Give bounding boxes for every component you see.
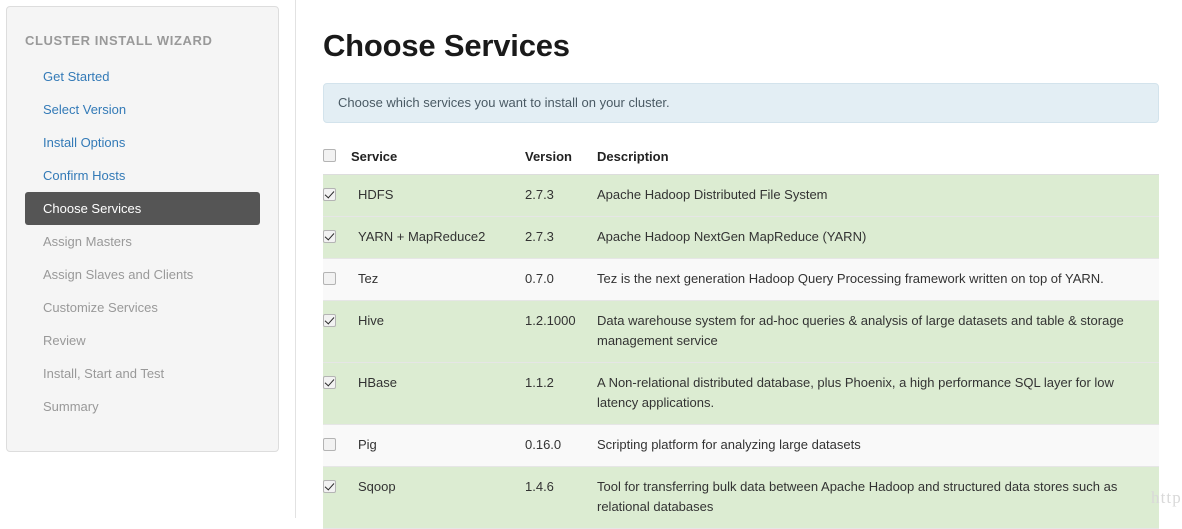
sidebar-item-customize-services: Customize Services — [43, 300, 158, 315]
service-checkbox-cell — [323, 466, 351, 529]
service-version-cell: 2.7.3 — [525, 216, 597, 259]
sidebar-item-get-started[interactable]: Get Started — [25, 60, 260, 93]
select-all-header-cell — [323, 143, 351, 175]
service-name-label: YARN + MapReduce2 — [358, 229, 486, 244]
main-content-panel: Choose Services Choose which services yo… — [295, 0, 1182, 529]
service-description-cell: A Non-relational distributed database, p… — [597, 362, 1159, 425]
service-version-cell: 1.4.6 — [525, 466, 597, 529]
service-description-cell: Tez is the next generation Hadoop Query … — [597, 258, 1159, 301]
service-name-cell: HBase — [351, 362, 525, 425]
service-version-cell: 0.16.0 — [525, 424, 597, 467]
service-name-label: Tez — [358, 271, 379, 286]
wizard-step-item: Confirm Hosts — [7, 159, 278, 192]
sidebar-item-assign-slaves-and-clients: Assign Slaves and Clients — [43, 267, 194, 282]
service-checkbox-cell — [323, 258, 351, 301]
service-name-cell: Pig — [351, 424, 525, 467]
sidebar-item-choose-services: Choose Services — [25, 192, 260, 225]
service-column-header: Service — [351, 143, 525, 175]
service-name-label: Hive — [358, 313, 385, 328]
sidebar-title: CLUSTER INSTALL WIZARD — [25, 33, 213, 48]
service-description-cell: Scripting platform for analyzing large d… — [597, 424, 1159, 467]
table-row[interactable]: Hive 1.2.1000 Data warehouse system for ad… — [323, 300, 1159, 363]
select-all-checkbox[interactable] — [323, 149, 336, 162]
table-row[interactable]: Tez 0.7.0 Tez is the next generation Hadoo… — [323, 258, 1159, 301]
service-checkbox-hive[interactable] — [323, 314, 336, 327]
service-checkbox-pig[interactable] — [323, 438, 336, 451]
service-version-cell: 2.7.3 — [525, 174, 597, 217]
wizard-step-item: Customize Services — [7, 291, 278, 324]
wizard-step-item: Summary — [7, 390, 278, 423]
service-description-cell: Data warehouse system for ad-hoc queries… — [597, 300, 1159, 363]
version-column-header: Version — [525, 143, 597, 175]
wizard-step-item: Install, Start and Test — [7, 357, 278, 390]
wizard-step-item: Review — [7, 324, 278, 357]
description-column-header: Description — [597, 143, 1159, 175]
service-name-cell: Hive — [351, 300, 525, 363]
service-checkbox-sqoop[interactable] — [323, 480, 336, 493]
cluster-install-wizard-page: CLUSTER INSTALL WIZARD Get Started Select… — [0, 0, 1182, 529]
table-header-row: Service Version Description — [323, 143, 1159, 175]
table-row[interactable]: HBase 1.1.2 A Non-relational distributed d… — [323, 362, 1159, 425]
service-name-label: Pig — [358, 437, 377, 452]
table-row[interactable]: Sqoop 1.4.6 Tool for transferring bulk dat… — [323, 466, 1159, 529]
services-table: Service Version Description HDFS 2.7.3 Apa… — [323, 143, 1159, 529]
services-table-head: Service Version Description — [323, 143, 1159, 175]
wizard-step-item: Assign Slaves and Clients — [7, 258, 278, 291]
table-row[interactable]: Pig 0.16.0 Scripting platform for analyzin… — [323, 424, 1159, 467]
service-name-cell: YARN + MapReduce2 — [351, 216, 525, 259]
service-checkbox-cell — [323, 300, 351, 363]
sidebar-item-install-start-and-test: Install, Start and Test — [43, 366, 165, 381]
info-alert: Choose which services you want to instal… — [323, 83, 1159, 123]
wizard-step-item: Select Version — [7, 93, 278, 126]
wizard-step-list: Get Started Select Version Install Options… — [7, 49, 278, 423]
sidebar-item-select-version[interactable]: Select Version — [25, 93, 260, 126]
service-version-cell: 1.1.2 — [525, 362, 597, 425]
service-description-cell: Tool for transferring bulk data between … — [597, 466, 1159, 529]
sidebar-item-confirm-hosts[interactable]: Confirm Hosts — [25, 159, 260, 192]
wizard-step-item: Install Options — [7, 126, 278, 159]
services-table-body: HDFS 2.7.3 Apache Hadoop Distributed File … — [323, 174, 1159, 529]
service-version-cell: 0.7.0 — [525, 258, 597, 301]
wizard-sidebar: CLUSTER INSTALL WIZARD Get Started Select… — [6, 6, 279, 452]
service-checkbox-cell — [323, 216, 351, 259]
services-table-container: Service Version Description HDFS 2.7.3 Apa… — [323, 143, 1159, 529]
service-name-cell: Tez — [351, 258, 525, 301]
service-name-cell: Sqoop — [351, 466, 525, 529]
sidebar-item-summary: Summary — [43, 399, 99, 414]
service-checkbox-tez[interactable] — [323, 272, 336, 285]
service-description-cell: Apache Hadoop Distributed File System — [597, 174, 1159, 217]
wizard-step-item: Choose Services — [7, 192, 278, 225]
service-name-label: HDFS — [358, 187, 394, 202]
sidebar-item-review: Review — [43, 333, 86, 348]
service-checkbox-yarn-mapreduce2[interactable] — [323, 230, 336, 243]
service-checkbox-cell — [323, 424, 351, 467]
sidebar-item-assign-masters: Assign Masters — [43, 234, 132, 249]
sidebar-item-install-options[interactable]: Install Options — [25, 126, 260, 159]
service-checkbox-cell — [323, 362, 351, 425]
wizard-step-item: Get Started — [7, 60, 278, 93]
table-row[interactable]: YARN + MapReduce2 2.7.3 Apache Hadoop Next… — [323, 216, 1159, 259]
service-checkbox-hdfs[interactable] — [323, 188, 336, 201]
wizard-step-item: Assign Masters — [7, 225, 278, 258]
service-name-cell: HDFS — [351, 174, 525, 217]
table-row[interactable]: HDFS 2.7.3 Apache Hadoop Distributed File … — [323, 174, 1159, 217]
service-name-label: HBase — [358, 375, 398, 390]
service-description-cell: Apache Hadoop NextGen MapReduce (YARN) — [597, 216, 1159, 259]
page-title: Choose Services — [323, 28, 570, 63]
service-version-cell: 1.2.1000 — [525, 300, 597, 363]
service-checkbox-hbase[interactable] — [323, 376, 336, 389]
service-checkbox-cell — [323, 174, 351, 217]
service-name-label: Sqoop — [358, 479, 396, 494]
